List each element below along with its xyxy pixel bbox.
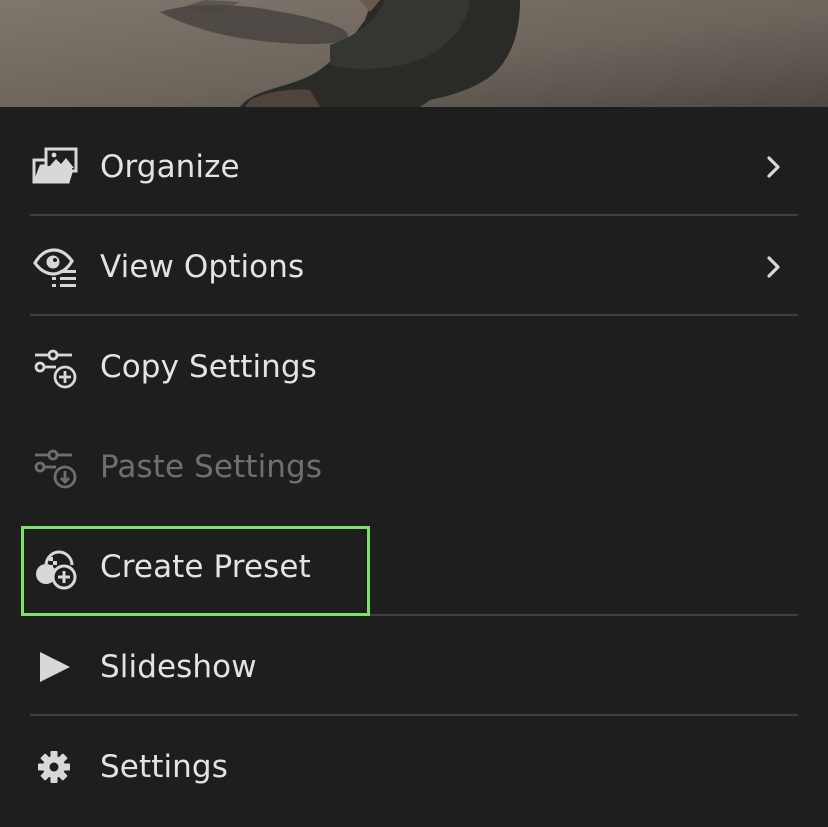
highlight-box: [21, 526, 370, 616]
menu-item-label: Organize: [100, 149, 240, 185]
play-icon: [32, 644, 78, 690]
menu-item-label: Copy Settings: [100, 349, 317, 385]
chevron-right-icon: [764, 254, 784, 280]
menu-item-slideshow[interactable]: Slideshow: [0, 617, 828, 717]
menu-item-paste-settings: Paste Settings: [0, 417, 828, 517]
photo-image: [0, 0, 828, 107]
context-menu: Organize View Options Copy Settings Past…: [0, 107, 828, 827]
menu-item-label: Paste Settings: [100, 449, 323, 485]
menu-item-copy-settings[interactable]: Copy Settings: [0, 317, 828, 417]
menu-item-label: Settings: [100, 749, 228, 785]
sliders-download-icon: [32, 444, 78, 490]
folder-photo-icon: [32, 144, 78, 190]
eye-list-icon: [32, 244, 78, 290]
divider: [30, 714, 798, 716]
menu-item-label: Slideshow: [100, 649, 257, 685]
chevron-right-icon: [764, 154, 784, 180]
photo-preview: [0, 0, 828, 107]
sliders-plus-icon: [32, 344, 78, 390]
divider: [30, 214, 798, 216]
menu-item-settings[interactable]: Settings: [0, 717, 828, 817]
gear-icon: [32, 744, 78, 790]
divider: [30, 314, 798, 316]
menu-item-view-options[interactable]: View Options: [0, 217, 828, 317]
menu-item-label: View Options: [100, 249, 305, 285]
menu-item-organize[interactable]: Organize: [0, 117, 828, 217]
